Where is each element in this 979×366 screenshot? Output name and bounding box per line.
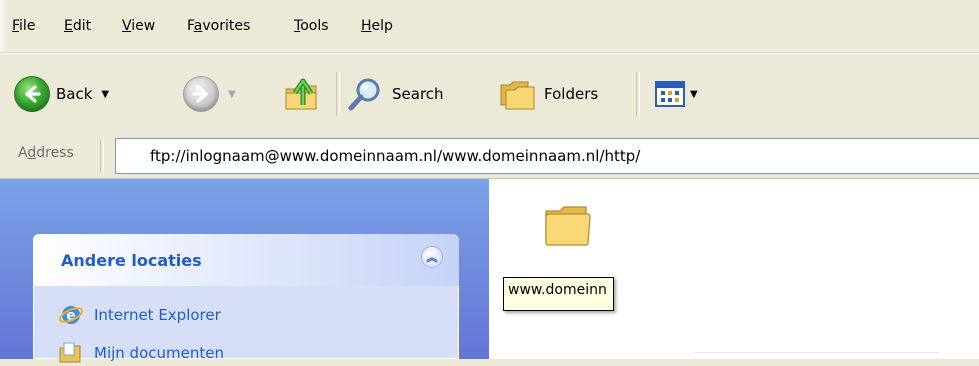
divider	[694, 352, 939, 353]
my-documents-icon	[59, 342, 81, 363]
up-folder-button[interactable]	[282, 76, 322, 112]
folder-name-tooltip: www.domeinn	[503, 277, 614, 311]
search-button[interactable]: Search	[346, 76, 444, 112]
forward-arrow-icon	[183, 76, 219, 112]
back-dropdown-arrow-icon[interactable]: ▼	[101, 89, 109, 100]
menu-help[interactable]: Help	[361, 17, 393, 35]
menu-file[interactable]: File	[12, 17, 35, 35]
up-folder-icon	[285, 78, 317, 110]
panel-title: Andere locaties	[61, 251, 202, 270]
forward-button[interactable]: ▼	[183, 76, 236, 112]
folder-icon	[545, 206, 591, 246]
link-my-documents[interactable]: Mijn documenten	[58, 340, 224, 366]
toolbar-separator	[636, 72, 640, 116]
back-arrow-icon	[14, 76, 50, 112]
folders-button[interactable]: Folders	[498, 76, 598, 112]
other-places-panel-header[interactable]: Andere locaties ︽	[33, 234, 459, 286]
views-icon	[655, 81, 685, 107]
menu-edit[interactable]: Edit	[64, 17, 91, 35]
link-internet-explorer[interactable]: e Internet Explorer	[58, 302, 221, 328]
views-dropdown-arrow-icon[interactable]: ▼	[690, 89, 698, 100]
folders-icon	[500, 81, 535, 110]
menu-view[interactable]: View	[122, 17, 155, 35]
other-places-panel-body: e Internet Explorer Mijn documenten	[33, 286, 459, 363]
menu-favorites[interactable]: Favorites	[187, 17, 250, 35]
collapse-chevron-icon[interactable]: ︽	[421, 246, 443, 268]
menu-tools[interactable]: Tools	[294, 17, 329, 35]
search-icon	[348, 78, 380, 111]
views-button[interactable]: ▼	[654, 76, 698, 112]
toolbar-separator	[336, 72, 340, 116]
address-bar: Address ftp://inlognaam@www.domeinnaam.n…	[0, 134, 979, 179]
menu-bar: File Edit View Favorites Tools Help	[0, 0, 979, 53]
ie-icon: e	[58, 306, 84, 324]
address-separator	[100, 140, 104, 172]
back-button[interactable]: Back ▼	[14, 76, 109, 112]
other-places-panel: Andere locaties ︽ e Internet Explorer Mi…	[33, 234, 459, 363]
toolbar: Back ▼ ▼ Search Folders ▼	[0, 53, 979, 135]
task-pane: Andere locaties ︽ e Internet Explorer Mi…	[0, 179, 489, 363]
forward-dropdown-arrow-icon: ▼	[228, 88, 236, 100]
address-label: Address	[18, 145, 74, 161]
file-list-area: www.domeinn	[489, 179, 979, 359]
address-input[interactable]: ftp://inlognaam@www.domeinnaam.nl/www.do…	[115, 138, 979, 174]
